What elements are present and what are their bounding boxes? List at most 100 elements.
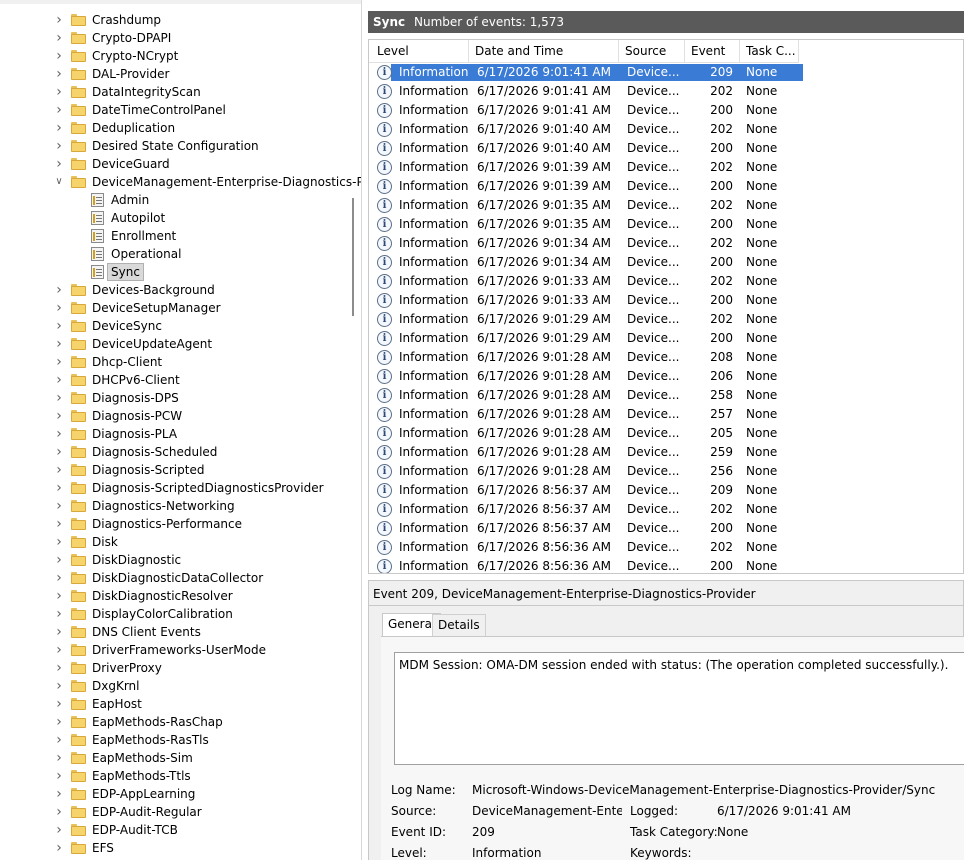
tree-item[interactable]: › DriverFrameworks-UserMode	[0, 641, 350, 659]
tree-item[interactable]: › Devices-Background	[0, 281, 350, 299]
tree-item[interactable]: › EapHost	[0, 695, 350, 713]
chevron-down-icon[interactable]: ∨	[54, 173, 64, 191]
chevron-right-icon[interactable]: ›	[54, 605, 64, 623]
event-row[interactable]: i Information 6/17/2026 8:56:37 AM Device..…	[369, 519, 799, 538]
event-row[interactable]: i Information 6/17/2026 9:01:28 AM Device..…	[369, 386, 799, 405]
chevron-right-icon[interactable]: ›	[54, 497, 64, 515]
tree-item[interactable]: › Diagnostics-Performance	[0, 515, 350, 533]
chevron-right-icon[interactable]: ›	[54, 803, 64, 821]
event-row[interactable]: i Information 6/17/2026 9:01:41 AM Device..…	[369, 101, 799, 120]
column-header-level[interactable]: Level	[369, 40, 469, 62]
event-row[interactable]: i Information 6/17/2026 9:01:40 AM Device..…	[369, 120, 799, 139]
chevron-right-icon[interactable]: ›	[54, 461, 64, 479]
column-header-date-time[interactable]: Date and Time	[469, 40, 619, 62]
tree-item[interactable]: › DeviceSync	[0, 317, 350, 335]
event-row[interactable]: i Information 6/17/2026 9:01:29 AM Device..…	[369, 310, 799, 329]
chevron-right-icon[interactable]: ›	[54, 623, 64, 641]
tree-item[interactable]: › DisplayColorCalibration	[0, 605, 350, 623]
tree-item[interactable]: › Deduplication	[0, 119, 350, 137]
tree-item[interactable]: › DeviceGuard	[0, 155, 350, 173]
tree-item[interactable]: › Diagnosis-PLA	[0, 425, 350, 443]
tree-item[interactable]: › Diagnosis-PCW	[0, 407, 350, 425]
chevron-right-icon[interactable]: ›	[54, 11, 64, 29]
tree-item[interactable]: › DiskDiagnosticResolver	[0, 587, 350, 605]
chevron-right-icon[interactable]: ›	[54, 839, 64, 857]
event-message-box[interactable]: MDM Session: OMA-DM session ended with s…	[394, 652, 964, 765]
chevron-right-icon[interactable]: ›	[54, 407, 64, 425]
tree-item[interactable]: › Diagnostics-Networking	[0, 497, 350, 515]
tree-item[interactable]: › EDP-AppLearning	[0, 785, 350, 803]
tree-item[interactable]: › EDP-Audit-Regular	[0, 803, 350, 821]
chevron-right-icon[interactable]: ›	[54, 659, 64, 677]
column-header-source[interactable]: Source	[619, 40, 685, 62]
tree-item[interactable]: › EapMethods-Sim	[0, 749, 350, 767]
event-row[interactable]: i Information 6/17/2026 9:01:39 AM Device..…	[369, 177, 799, 196]
chevron-right-icon[interactable]: ›	[54, 65, 64, 83]
chevron-right-icon[interactable]: ›	[54, 569, 64, 587]
column-header-task-category[interactable]: Task C...	[740, 40, 799, 62]
chevron-right-icon[interactable]: ›	[54, 587, 64, 605]
chevron-right-icon[interactable]: ›	[54, 767, 64, 785]
chevron-right-icon[interactable]: ›	[54, 47, 64, 65]
chevron-right-icon[interactable]: ›	[54, 533, 64, 551]
event-row[interactable]: i Information 6/17/2026 9:01:33 AM Device..…	[369, 291, 799, 310]
column-header-event-id[interactable]: Event ID	[685, 40, 740, 80]
tree-child-operational[interactable]: Operational	[0, 245, 350, 263]
tree-item[interactable]: › DateTimeControlPanel	[0, 101, 350, 119]
chevron-right-icon[interactable]: ›	[54, 101, 64, 119]
tree-item[interactable]: › DeviceUpdateAgent	[0, 335, 350, 353]
event-row[interactable]: i Information 6/17/2026 9:01:41 AM Device..…	[369, 82, 799, 101]
event-row[interactable]: i Information 6/17/2026 9:01:29 AM Device..…	[369, 329, 799, 348]
chevron-right-icon[interactable]: ›	[54, 29, 64, 47]
tree-item[interactable]: › DiskDiagnosticDataCollector	[0, 569, 350, 587]
tree-item[interactable]: › Diagnosis-Scheduled	[0, 443, 350, 461]
tree-item[interactable]: › DeviceSetupManager	[0, 299, 350, 317]
event-row[interactable]: i Information 6/17/2026 9:01:28 AM Device..…	[369, 462, 799, 481]
chevron-right-icon[interactable]: ›	[54, 785, 64, 803]
chevron-right-icon[interactable]: ›	[54, 515, 64, 533]
event-row[interactable]: i Information 6/17/2026 9:01:28 AM Device..…	[369, 367, 799, 386]
chevron-right-icon[interactable]: ›	[54, 425, 64, 443]
chevron-right-icon[interactable]: ›	[54, 479, 64, 497]
chevron-right-icon[interactable]: ›	[54, 551, 64, 569]
tree-item[interactable]: › Crashdump	[0, 11, 350, 29]
chevron-right-icon[interactable]: ›	[54, 389, 64, 407]
events-grid[interactable]: Level Date and Time Source Event ID Task…	[368, 39, 964, 574]
tab-details[interactable]: Details	[432, 614, 486, 636]
tree-item[interactable]: › DataIntegrityScan	[0, 83, 350, 101]
event-row[interactable]: i Information 6/17/2026 9:01:33 AM Device..…	[369, 272, 799, 291]
event-row[interactable]: i Information 6/17/2026 9:01:35 AM Device..…	[369, 215, 799, 234]
chevron-right-icon[interactable]: ›	[54, 443, 64, 461]
chevron-right-icon[interactable]: ›	[54, 281, 64, 299]
event-row[interactable]: i Information 6/17/2026 8:56:37 AM Device..…	[369, 500, 799, 519]
chevron-right-icon[interactable]: ›	[54, 677, 64, 695]
event-row[interactable]: i Information 6/17/2026 8:56:36 AM Device..…	[369, 538, 799, 557]
event-row[interactable]: i Information 6/17/2026 9:01:35 AM Device..…	[369, 196, 799, 215]
tree-child-sync[interactable]: Sync	[0, 263, 350, 281]
tree-item[interactable]: ∨ DeviceManagement-Enterprise-Diagnostics…	[0, 173, 361, 191]
chevron-right-icon[interactable]: ›	[54, 371, 64, 389]
tree-child-autopilot[interactable]: Autopilot	[0, 209, 350, 227]
tree-item[interactable]: › EDP-Audit-TCB	[0, 821, 350, 839]
chevron-right-icon[interactable]: ›	[54, 731, 64, 749]
tree-item[interactable]: › Desired State Configuration	[0, 137, 350, 155]
tree-item[interactable]: › DHCPv6-Client	[0, 371, 350, 389]
chevron-right-icon[interactable]: ›	[54, 335, 64, 353]
tree-item[interactable]: › Dhcp-Client	[0, 353, 350, 371]
event-row[interactable]: i Information 6/17/2026 9:01:39 AM Device..…	[369, 158, 799, 177]
chevron-right-icon[interactable]: ›	[54, 137, 64, 155]
chevron-right-icon[interactable]: ›	[54, 353, 64, 371]
chevron-right-icon[interactable]: ›	[54, 317, 64, 335]
tree-item[interactable]: › Diagnosis-DPS	[0, 389, 350, 407]
tree-child-enrollment[interactable]: Enrollment	[0, 227, 350, 245]
chevron-right-icon[interactable]: ›	[54, 155, 64, 173]
chevron-right-icon[interactable]: ›	[54, 641, 64, 659]
event-row[interactable]: i Information 6/17/2026 9:01:28 AM Device..…	[369, 443, 799, 462]
chevron-right-icon[interactable]: ›	[54, 695, 64, 713]
tree-item[interactable]: › Diagnosis-Scripted	[0, 461, 350, 479]
event-row[interactable]: i Information 6/17/2026 9:01:34 AM Device..…	[369, 234, 799, 253]
chevron-right-icon[interactable]: ›	[54, 821, 64, 839]
chevron-right-icon[interactable]: ›	[54, 749, 64, 767]
log-tree-pane[interactable]: › Crashdump › Crypto-DPAPI › Crypto-NCrypt › DA…	[0, 0, 362, 860]
tree-item[interactable]: › Crypto-DPAPI	[0, 29, 350, 47]
